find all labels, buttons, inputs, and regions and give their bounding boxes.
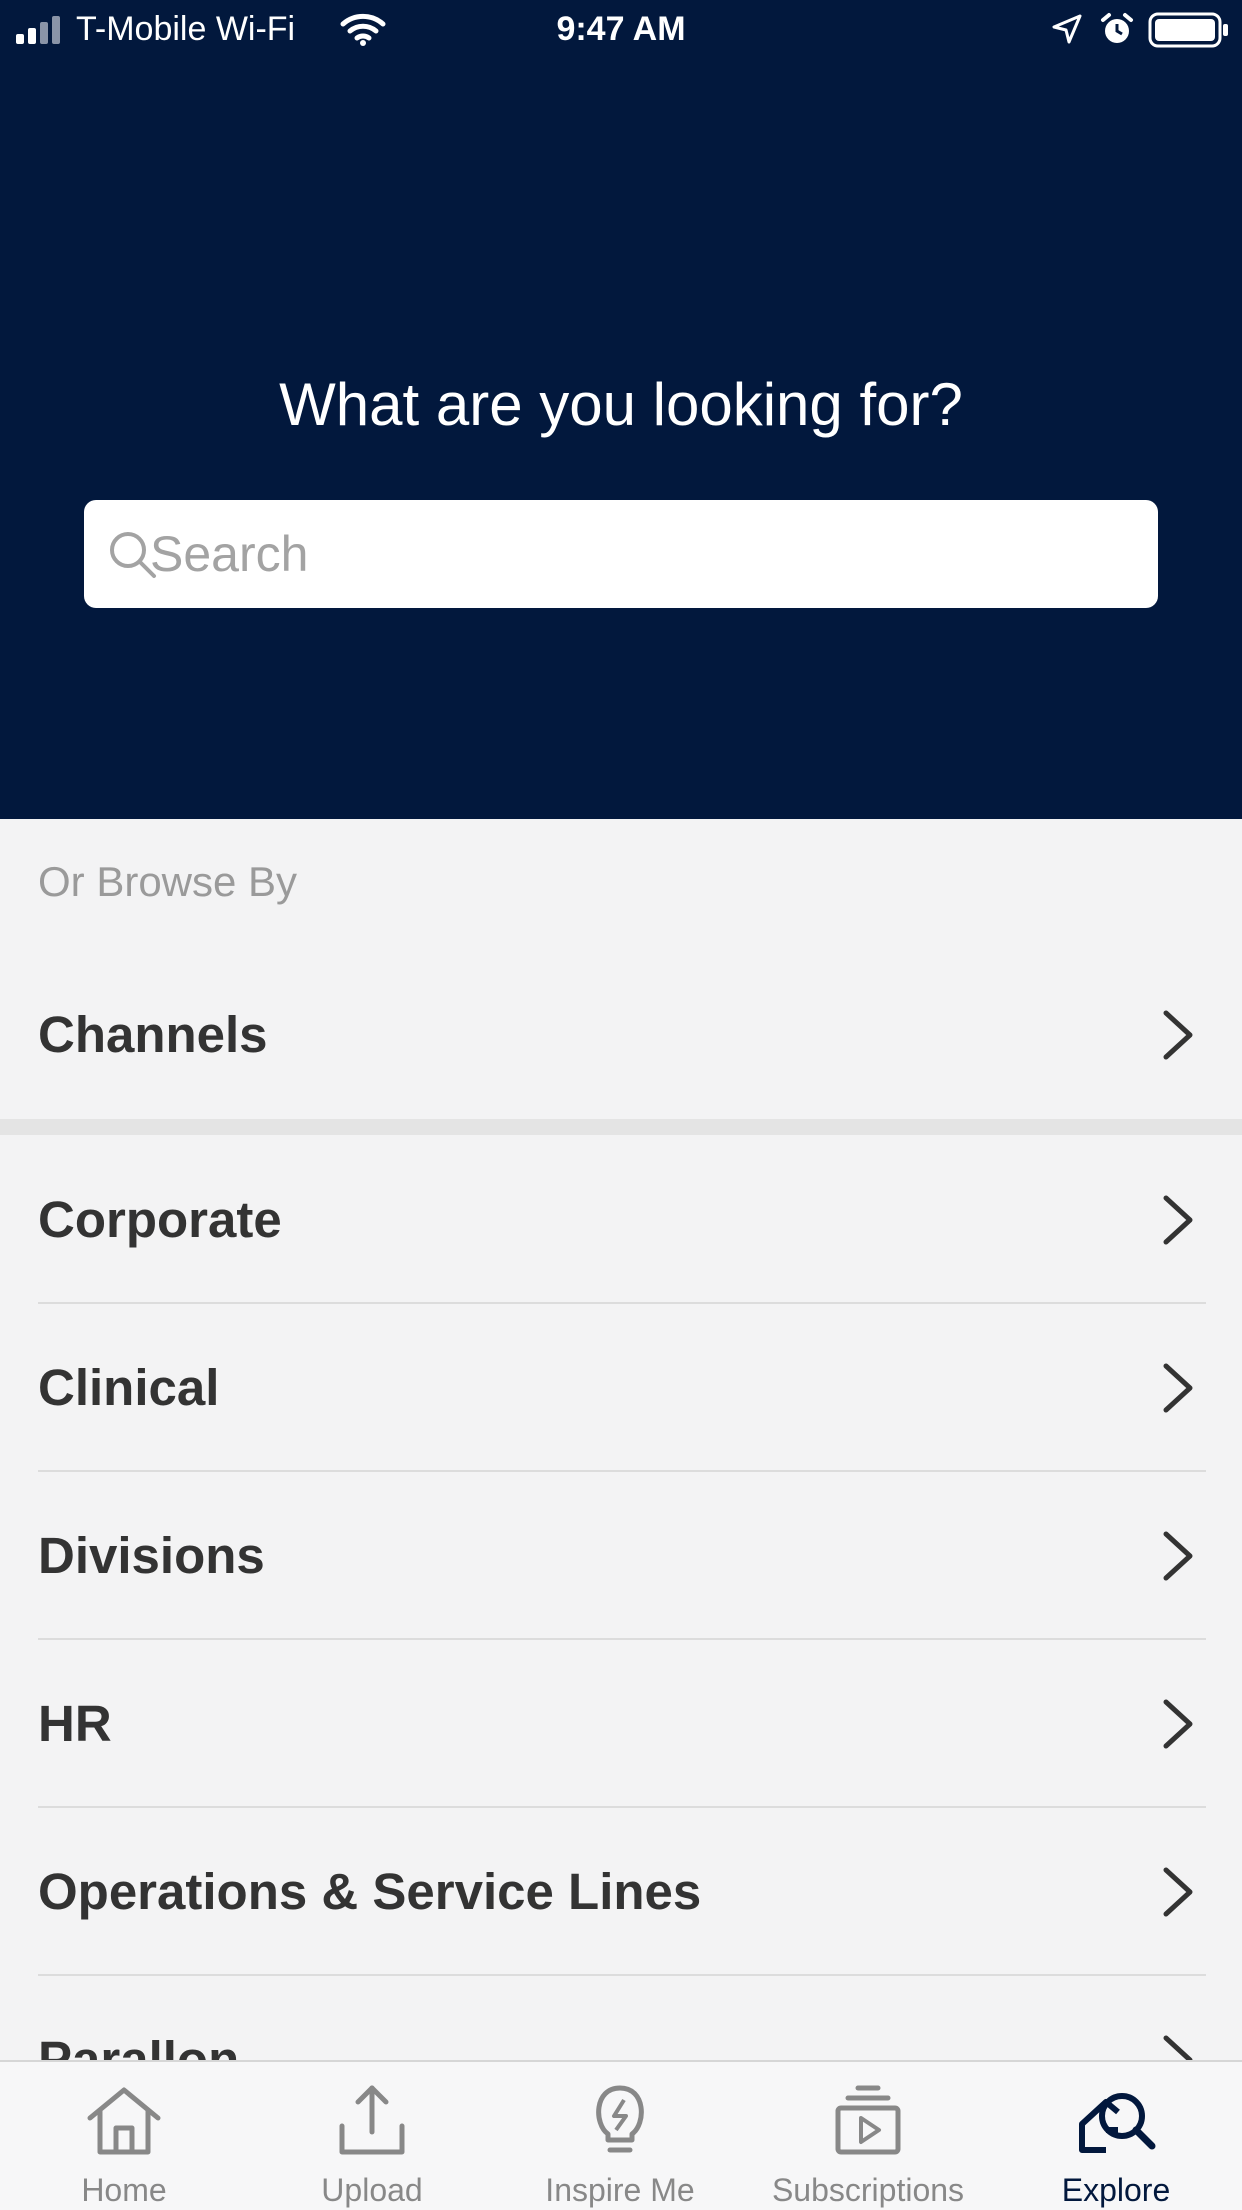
chevron-right-icon <box>1163 1867 1193 1917</box>
battery-icon <box>1148 12 1228 48</box>
tab-label: Home <box>81 2172 167 2208</box>
tab-label: Upload <box>321 2172 423 2208</box>
subscriptions-icon <box>835 2085 901 2155</box>
hero-header: T-Mobile Wi-Fi 9:47 AM What are you look… <box>0 0 1242 819</box>
chevron-right-icon <box>1163 1531 1193 1581</box>
tab-upload[interactable]: Upload <box>248 2062 496 2210</box>
page-title: What are you looking for? <box>279 371 963 438</box>
search-input[interactable] <box>150 500 1140 608</box>
browse-item-divisions[interactable]: Divisions <box>0 1472 1242 1640</box>
browse-item-clinical[interactable]: Clinical <box>0 1304 1242 1472</box>
tab-subscriptions[interactable]: Subscriptions <box>744 2062 992 2210</box>
tab-home[interactable]: Home <box>0 2062 248 2210</box>
location-arrow-icon <box>1052 14 1082 44</box>
status-bar: T-Mobile Wi-Fi 9:47 AM <box>0 0 1242 64</box>
chevron-right-icon <box>1163 1195 1193 1245</box>
browse-item-operations-service-lines[interactable]: Operations & Service Lines <box>0 1808 1242 1976</box>
browse-item-label: Channels <box>38 1006 268 1063</box>
explore-icon <box>1079 2093 1156 2153</box>
tab-explore[interactable]: Explore <box>992 2062 1240 2210</box>
browse-item-hr[interactable]: HR <box>0 1640 1242 1808</box>
chevron-right-icon <box>1163 1363 1193 1413</box>
tab-label: Subscriptions <box>771 2172 965 2208</box>
tab-label: Explore <box>1061 2172 1171 2208</box>
section-divider <box>0 1119 1242 1135</box>
browse-item-corporate[interactable]: Corporate <box>0 1136 1242 1304</box>
tab-inspire-me[interactable]: Inspire Me <box>496 2062 744 2210</box>
lightbulb-icon <box>596 2085 644 2153</box>
browse-item-label: Clinical <box>38 1359 220 1416</box>
tab-label: Inspire Me <box>545 2172 695 2208</box>
browse-item-label: HR <box>38 1695 112 1752</box>
tab-bar: Home Upload Inspire Me Subscriptions Exp… <box>0 2060 1242 2210</box>
browse-item-label: Corporate <box>38 1191 282 1248</box>
browse-item-label: Divisions <box>38 1527 265 1584</box>
browse-item-channels[interactable]: Channels <box>0 951 1242 1119</box>
chevron-right-icon <box>1163 1010 1193 1060</box>
browse-heading: Or Browse By <box>38 858 298 905</box>
alarm-icon <box>1101 13 1133 43</box>
search-bar[interactable] <box>84 500 1158 608</box>
home-icon <box>87 2087 161 2155</box>
upload-icon <box>339 2085 405 2155</box>
chevron-right-icon <box>1163 1699 1193 1749</box>
browse-item-label: Operations & Service Lines <box>38 1863 702 1920</box>
